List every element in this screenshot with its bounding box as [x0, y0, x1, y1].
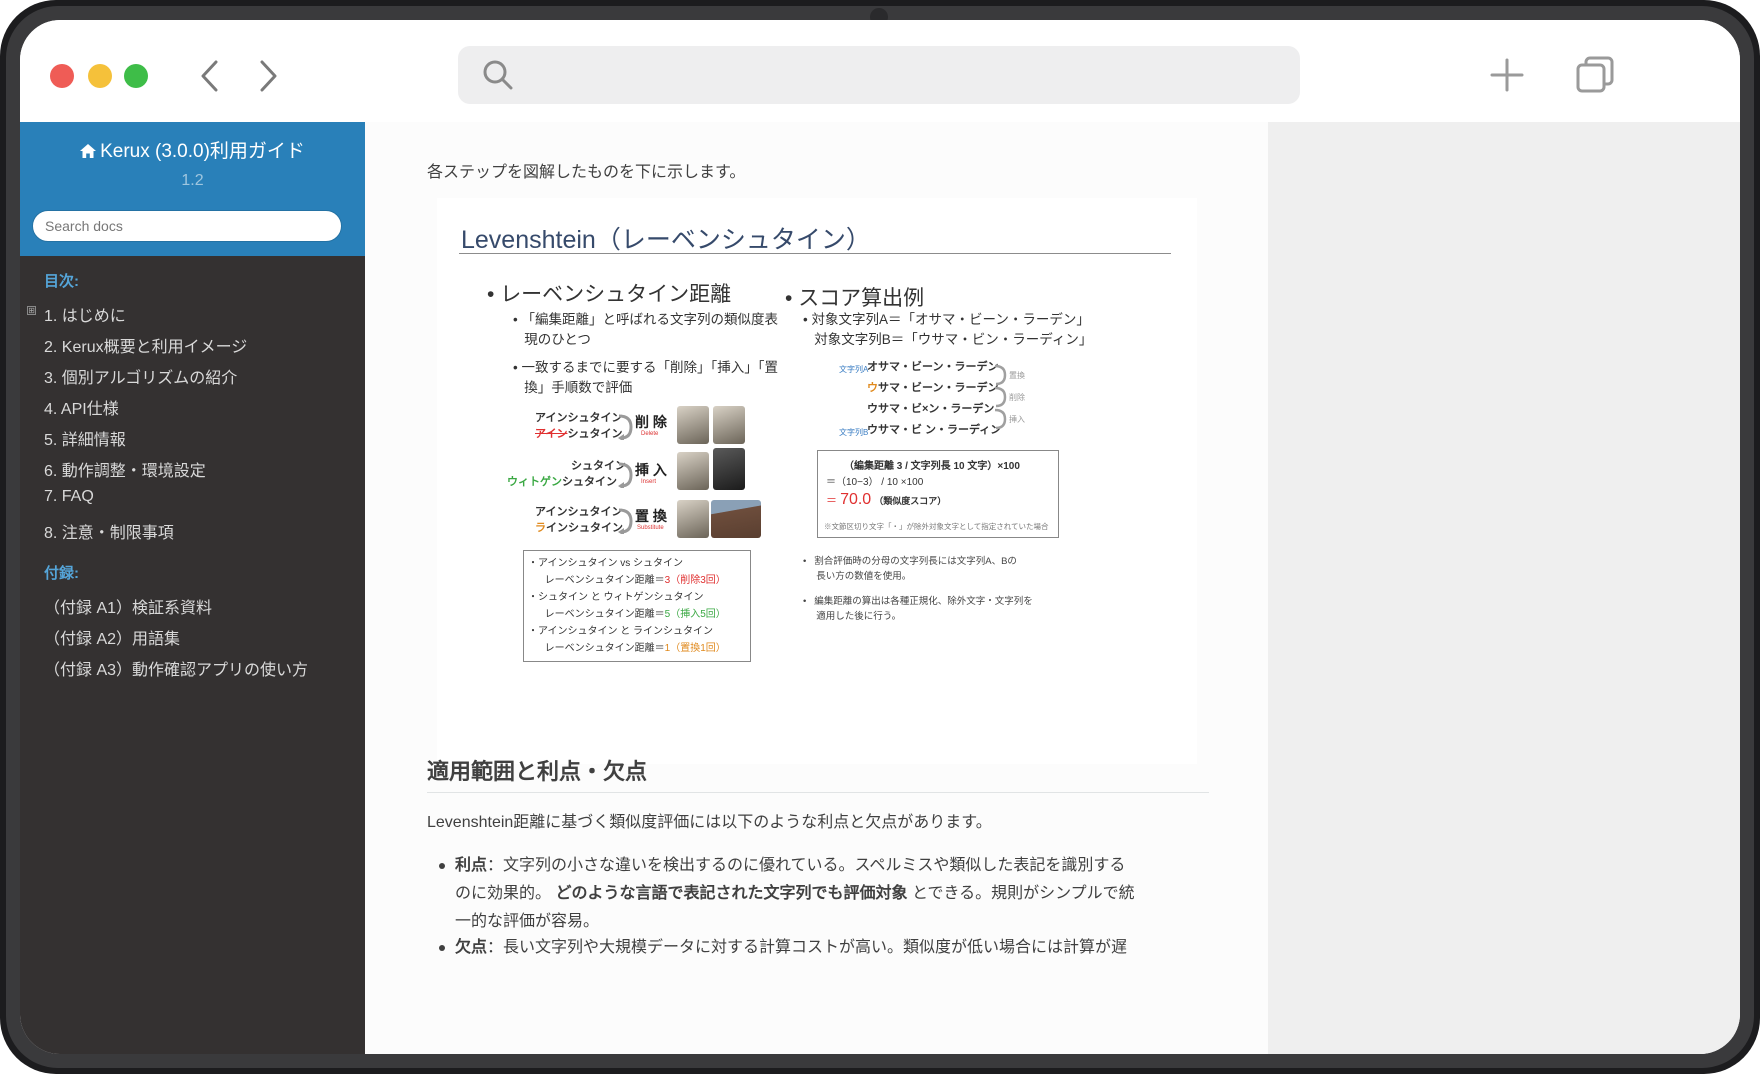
curve-arrow-icon — [618, 462, 633, 488]
expand-icon[interactable]: ⊞ — [27, 306, 36, 315]
portrait-stein — [677, 452, 709, 490]
op-insert-label: 挿 入 — [635, 462, 667, 478]
op-substitute-bottom: ラインシュタイン — [535, 522, 623, 534]
op-substitute-sublabel: Substitute — [637, 525, 664, 531]
step-op-1: 置換 — [1009, 371, 1025, 380]
forward-button[interactable] — [246, 54, 290, 98]
toc-item-details[interactable]: 5. 詳細情報 — [44, 426, 126, 450]
toc-item-appendix-a3[interactable]: （付録 A3）動作確認アプリの使い方 — [44, 656, 308, 680]
step-op-3: 挿入 — [1009, 415, 1025, 424]
op-substitute-top: アインシュタイン — [535, 506, 623, 518]
toc-item-algorithms[interactable]: 3. 個別アルゴリズムの紹介 — [44, 364, 237, 388]
portrait-stein — [713, 406, 745, 444]
castle-image — [711, 500, 761, 538]
search-docs-input[interactable] — [32, 210, 342, 242]
back-button[interactable] — [188, 54, 232, 98]
slide-left-bullet-2: • 一致するまでに要する「削除」「挿入」「置 換」手順数で評価 — [513, 360, 778, 395]
slide-divider — [459, 253, 1171, 254]
address-bar[interactable] — [458, 46, 1300, 104]
curve-arrow-icon — [618, 508, 633, 534]
formula-note: ※文節区切り文字「・」が除外対象文字として指定されていた場合 — [824, 522, 1049, 531]
portrait-einstein — [677, 500, 709, 538]
slide-right-heading: • スコア算出例 — [785, 287, 925, 310]
section-paragraph: Levenshtein距離に基づく類似度評価には以下のような利点と欠点があります… — [427, 814, 992, 831]
score-formula-box: （編集距離 3 / 文字列長 10 文字）×100 ＝（10−3） / 10 ×… — [817, 450, 1059, 538]
step-3: ウサマ・ビ×ン・ラーデン — [867, 403, 995, 415]
pros-emphasis: どのような言語で表記された文字列でも評価対象 — [555, 885, 908, 902]
slide-title: Levenshtein（レーベンシュタイン） — [461, 226, 871, 254]
toc-item-introduction[interactable]: 1. はじめに — [44, 302, 126, 326]
formula-line-3: ＝ 70.0 （類似度スコア） — [826, 491, 947, 508]
chevron-left-icon — [201, 60, 218, 92]
new-tab-button[interactable] — [1482, 50, 1532, 100]
op-insert-sublabel: Insert — [641, 479, 657, 485]
op-delete-top: アインシュタイン — [535, 412, 623, 424]
zoom-window-button[interactable] — [124, 64, 148, 88]
main-content: 各ステップを図解したものを下に示します。 Levenshtein（レーベンシュタ… — [365, 122, 1268, 1054]
curve-arrow-icon — [994, 386, 1007, 408]
summary-box: ・アインシュタイン vs シュタイン レーベンシュタイン距離＝3（削除3回） ・… — [523, 550, 751, 662]
docs-sidebar: Kerux (3.0.0)利用ガイド 1.2 目次: ⊞ 1. はじめに 2. … — [20, 122, 365, 1054]
op-substitute-label: 置 換 — [635, 508, 667, 524]
minimize-window-button[interactable] — [88, 64, 112, 88]
toc-item-limitations[interactable]: 8. 注意・制限事項 — [44, 519, 174, 543]
step-4: ウサマ・ビ ン・ラーディン — [867, 424, 1002, 436]
intro-paragraph: 各ステップを図解したものを下に示します。 — [427, 164, 746, 181]
op-delete-sublabel: Delete — [641, 431, 659, 437]
slide-note-1: • 割合評価時の分母の文字列長には文字列A、Bの 長い方の数値を使用。 — [803, 556, 1017, 582]
portrait-einstein — [677, 406, 709, 444]
cons-label: 欠点 — [455, 939, 488, 956]
tabs-icon — [1576, 56, 1614, 93]
toc-item-appendix-a2[interactable]: （付録 A2）用語集 — [44, 625, 180, 649]
right-margin-pane — [1268, 122, 1740, 1054]
step-tag-a: 文字列A — [839, 365, 869, 374]
curve-arrow-icon — [994, 408, 1007, 430]
op-insert-bottom: ウィトゲンシュタイン — [507, 476, 617, 488]
list-item-pros: 利点：文字列の小さな違いを検出するのに優れている。スペルミスや類似した表記を識別… — [439, 852, 1215, 936]
plus-icon — [1490, 58, 1524, 92]
site-title-link[interactable]: Kerux (3.0.0)利用ガイド — [20, 136, 365, 163]
bullet — [439, 945, 445, 951]
close-window-button[interactable] — [50, 64, 74, 88]
step-2: ウサマ・ビーン・ラーデン — [867, 382, 999, 394]
toc-item-api[interactable]: 4. API仕様 — [44, 395, 119, 419]
curve-arrow-icon — [994, 364, 1007, 386]
chevron-right-icon — [260, 60, 277, 92]
slide-note-2: • 編集距離の算出は各種正規化、除外文字・文字列を 適用した後に行う。 — [803, 596, 1033, 622]
sidebar-header: Kerux (3.0.0)利用ガイド 1.2 — [20, 122, 365, 256]
toc-item-settings[interactable]: 6. 動作調整・環境設定 — [44, 457, 206, 481]
summary-list: ・アインシュタイン vs シュタイン レーベンシュタイン距離＝3（削除3回） ・… — [528, 558, 726, 654]
section-heading: 適用範囲と利点・欠点 — [427, 754, 1209, 793]
formula-line-1: （編集距離 3 / 文字列長 10 文字）×100 — [844, 461, 1020, 472]
step-1: オサマ・ビーン・ラーデン — [867, 361, 999, 373]
toc-item-faq[interactable]: 7. FAQ — [44, 488, 94, 506]
slide-left-bullet-1: • 「編集距離」と呼ばれる文字列の類似度表 現のひとつ — [513, 312, 778, 347]
op-delete-label: 削 除 — [635, 414, 667, 430]
browser-window: Kerux (3.0.0)利用ガイド 1.2 目次: ⊞ 1. はじめに 2. … — [20, 20, 1740, 1054]
version-label: 1.2 — [181, 172, 204, 189]
formula-line-2: ＝（10−3） / 10 ×100 — [826, 477, 924, 488]
portrait-wittgenstein — [713, 448, 745, 490]
list-item-cons: 欠点：長い文字列や大規模データに対する計算コストが高い。類似度が低い場合には計算… — [439, 934, 1215, 962]
home-icon — [80, 144, 97, 158]
appendix-caption: 付録: — [44, 565, 79, 582]
toc-item-appendix-a1[interactable]: （付録 A1）検証系資料 — [44, 594, 212, 618]
bullet — [439, 863, 445, 869]
toc-item-overview[interactable]: 2. Kerux概要と利用イメージ — [44, 333, 247, 357]
step-tag-b: 文字列B — [839, 428, 869, 437]
toc-caption: 目次: — [44, 273, 79, 290]
step-op-2: 削除 — [1009, 393, 1025, 402]
search-icon — [483, 60, 513, 90]
score-value: 70.0 — [840, 491, 872, 508]
slide-targets: • 対象文字列A＝「オサマ・ビーン・ラーデン」 対象文字列B＝「ウサマ・ビン・ラ… — [803, 312, 1093, 347]
op-delete-bottom: アインシュタイン — [535, 428, 623, 440]
tabs-button[interactable] — [1570, 50, 1620, 100]
slide-left-heading: • レーベンシュタイン距離 — [487, 283, 732, 306]
levenshtein-slide-image: Levenshtein（レーベンシュタイン） • レーベンシュタイン距離 • 「… — [437, 198, 1197, 764]
site-title: Kerux (3.0.0)利用ガイド — [100, 141, 305, 162]
curve-arrow-icon — [618, 414, 633, 440]
browser-toolbar — [20, 20, 1740, 123]
pros-label: 利点 — [455, 857, 488, 874]
